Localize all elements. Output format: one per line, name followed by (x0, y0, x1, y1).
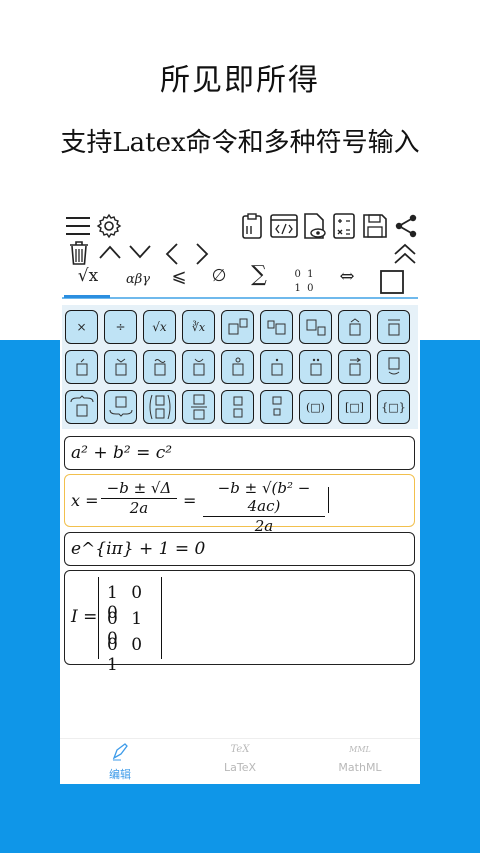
equation-1-text: a² + b² = c² (71, 443, 173, 463)
mml-icon: MML (349, 745, 371, 754)
identity-matrix: 1 0 0 0 1 0 0 0 1 (98, 577, 162, 675)
tabs-divider (62, 297, 418, 299)
equation-field-2[interactable]: x = −b ± √Δ 2a = −b ± √(b² − 4ac) 2a (64, 474, 415, 535)
key-ddot[interactable] (299, 350, 332, 384)
eq2-fraction-1: −b ± √Δ 2a (101, 479, 177, 517)
key-under-arc[interactable] (377, 350, 410, 384)
nav-mathml[interactable]: MML MathML (300, 741, 420, 774)
key-vector[interactable] (338, 350, 371, 384)
key-fraction[interactable] (182, 390, 215, 424)
tab-box[interactable] (380, 270, 404, 294)
key-dot[interactable] (260, 350, 293, 384)
subheadline: 支持Latex命令和多种符号输入 (60, 128, 420, 158)
eq2-frac2-num: −b ± √(b² − 4ac) (217, 479, 311, 515)
key-tilde[interactable] (143, 350, 176, 384)
key-underbrace[interactable] (104, 390, 137, 424)
chevron-down-icon[interactable] (128, 244, 152, 260)
code-icon[interactable] (270, 214, 298, 238)
key-overbrace[interactable] (65, 390, 98, 424)
chevron-right-icon[interactable] (194, 242, 210, 266)
equation-field-1[interactable]: a² + b² = c² (64, 436, 415, 470)
clipboard-icon[interactable] (240, 212, 264, 240)
eq2-equals: = (183, 491, 197, 510)
tab-relations[interactable]: ⩽ (164, 266, 194, 287)
tab-arrows[interactable]: ⇔ (332, 266, 362, 287)
key-ring[interactable] (221, 350, 254, 384)
key-check[interactable] (104, 350, 137, 384)
key-stack[interactable] (221, 390, 254, 424)
nav-latex[interactable]: TeX LaTeX (180, 741, 300, 774)
tab-matrices[interactable]: 0 11 0 (284, 268, 324, 296)
tab-sets[interactable]: ∅ (204, 266, 234, 286)
key-divide[interactable]: ÷ (104, 310, 137, 344)
nav-edit[interactable]: 编辑 (60, 741, 180, 782)
nav-latex-label: LaTeX (223, 761, 257, 774)
key-binomial[interactable] (143, 390, 176, 424)
key-braces[interactable]: {□} (377, 390, 410, 424)
key-subscript[interactable] (299, 310, 332, 344)
text-cursor (328, 487, 329, 513)
eq4-lhs: I = (71, 607, 98, 627)
key-sqrt[interactable]: √x (143, 310, 176, 344)
calculator-icon[interactable] (332, 213, 356, 239)
key-brackets[interactable]: [□] (338, 390, 371, 424)
headline: 所见即所得 (160, 63, 320, 98)
tex-icon: TeX (230, 744, 250, 755)
gear-icon[interactable] (96, 213, 122, 239)
key-breve[interactable] (182, 350, 215, 384)
tab-greek[interactable]: αβγ (118, 272, 158, 287)
key-parentheses[interactable]: (□) (299, 390, 332, 424)
key-hat[interactable] (338, 310, 371, 344)
symbol-keyboard: × ÷ √x ∛x (□) [□] {□} (62, 305, 418, 429)
eq2-frac1-den: 2a (101, 498, 177, 517)
key-overline[interactable] (377, 310, 410, 344)
chevron-left-icon[interactable] (164, 242, 180, 266)
double-chevron-up-icon[interactable] (392, 242, 418, 266)
menu-icon[interactable] (64, 215, 92, 237)
equation-field-4[interactable]: I = 1 0 0 0 1 0 0 0 1 (64, 570, 415, 675)
pen-icon (110, 741, 130, 761)
key-prescript[interactable] (260, 310, 293, 344)
bottom-navigation: 编辑 TeX LaTeX MML MathML (60, 738, 420, 784)
key-cube-root[interactable]: ∛x (182, 310, 215, 344)
preview-file-icon[interactable] (302, 212, 328, 240)
equation-field-3[interactable]: e^{iπ} + 1 = 0 (64, 532, 415, 566)
chevron-up-icon[interactable] (98, 244, 122, 260)
key-times[interactable]: × (65, 310, 98, 344)
equation-3-text: e^{iπ} + 1 = 0 (71, 539, 206, 559)
key-superscript[interactable] (221, 310, 254, 344)
eq2-fraction-2: −b ± √(b² − 4ac) 2a (203, 479, 325, 535)
share-icon[interactable] (394, 213, 418, 239)
eq2-lhs: x = (71, 491, 99, 510)
tab-sums[interactable]: ∑ (244, 262, 274, 287)
nav-edit-label: 编辑 (109, 768, 131, 781)
eq2-frac1-num: −b ± √Δ (106, 479, 172, 497)
trash-icon[interactable] (68, 240, 90, 266)
nav-mathml-label: MathML (338, 761, 382, 774)
matrix-row-3: 0 0 1 (107, 635, 143, 675)
active-tab-indicator (64, 295, 110, 298)
key-stack-small[interactable] (260, 390, 293, 424)
key-acute[interactable] (65, 350, 98, 384)
save-icon[interactable] (362, 213, 388, 239)
tab-roots[interactable]: √x (68, 266, 108, 286)
